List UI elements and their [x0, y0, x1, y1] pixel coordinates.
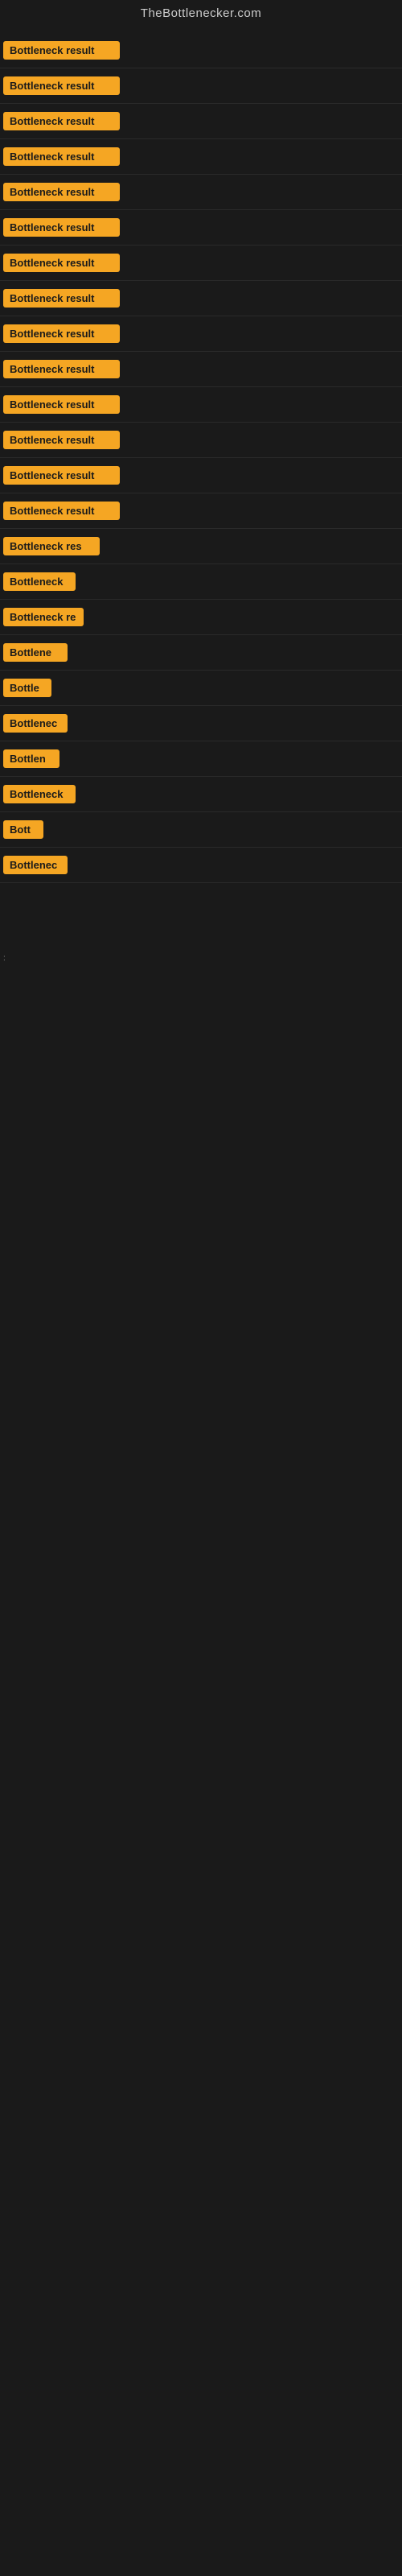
bottleneck-badge-5[interactable]: Bottleneck result — [3, 183, 120, 201]
bottleneck-badge-23[interactable]: Bott — [3, 820, 43, 839]
bottleneck-badge-18[interactable]: Bottlene — [3, 643, 68, 662]
bottleneck-row-23: Bott — [0, 812, 402, 848]
small-indicator: : — [0, 951, 402, 966]
bottleneck-badge-15[interactable]: Bottleneck res — [3, 537, 100, 555]
bottleneck-row-21: Bottlen — [0, 741, 402, 777]
bottleneck-row-3: Bottleneck result — [0, 104, 402, 139]
bottleneck-badge-6[interactable]: Bottleneck result — [3, 218, 120, 237]
bottleneck-row-18: Bottlene — [0, 635, 402, 671]
items-container: Bottleneck result Bottleneck result Bottle… — [0, 30, 402, 886]
bottleneck-row-24: Bottlenec — [0, 848, 402, 883]
bottleneck-row-8: Bottleneck result — [0, 281, 402, 316]
bottleneck-row-15: Bottleneck res — [0, 529, 402, 564]
bottleneck-row-10: Bottleneck result — [0, 352, 402, 387]
bottleneck-row-17: Bottleneck re — [0, 600, 402, 635]
bottleneck-badge-20[interactable]: Bottlenec — [3, 714, 68, 733]
bottleneck-badge-21[interactable]: Bottlen — [3, 749, 59, 768]
bottleneck-row-22: Bottleneck — [0, 777, 402, 812]
bottleneck-badge-24[interactable]: Bottlenec — [3, 856, 68, 874]
bottleneck-badge-19[interactable]: Bottle — [3, 679, 51, 697]
bottleneck-row-20: Bottlenec — [0, 706, 402, 741]
bottleneck-badge-9[interactable]: Bottleneck result — [3, 324, 120, 343]
bottleneck-badge-13[interactable]: Bottleneck result — [3, 466, 120, 485]
bottleneck-badge-1[interactable]: Bottleneck result — [3, 41, 120, 60]
bottleneck-badge-3[interactable]: Bottleneck result — [3, 112, 120, 130]
bottleneck-row-13: Bottleneck result — [0, 458, 402, 493]
bottleneck-row-12: Bottleneck result — [0, 423, 402, 458]
bottleneck-row-1: Bottleneck result — [0, 33, 402, 68]
bottleneck-row-4: Bottleneck result — [0, 139, 402, 175]
bottleneck-row-9: Bottleneck result — [0, 316, 402, 352]
bottleneck-row-2: Bottleneck result — [0, 68, 402, 104]
bottleneck-row-19: Bottle — [0, 671, 402, 706]
empty-section-3 — [0, 1288, 402, 1449]
bottleneck-badge-11[interactable]: Bottleneck result — [3, 395, 120, 414]
empty-section-5 — [0, 1610, 402, 1771]
empty-section-4 — [0, 1449, 402, 1610]
indicator-text: : — [3, 954, 6, 963]
bottleneck-row-14: Bottleneck result — [0, 493, 402, 529]
bottleneck-row-7: Bottleneck result — [0, 246, 402, 281]
bottleneck-badge-8[interactable]: Bottleneck result — [3, 289, 120, 308]
bottleneck-badge-16[interactable]: Bottleneck — [3, 572, 76, 591]
bottleneck-row-16: Bottleneck — [0, 564, 402, 600]
bottleneck-badge-17[interactable]: Bottleneck re — [3, 608, 84, 626]
bottleneck-row-6: Bottleneck result — [0, 210, 402, 246]
bottleneck-badge-14[interactable]: Bottleneck result — [3, 502, 120, 520]
bottleneck-badge-10[interactable]: Bottleneck result — [3, 360, 120, 378]
empty-section-1 — [0, 966, 402, 1127]
bottleneck-row-5: Bottleneck result — [0, 175, 402, 210]
bottleneck-badge-12[interactable]: Bottleneck result — [3, 431, 120, 449]
bottleneck-badge-22[interactable]: Bottleneck — [3, 785, 76, 803]
spacer-1 — [0, 886, 402, 951]
site-header: TheBottlenecker.com — [0, 0, 402, 30]
site-title: TheBottlenecker.com — [141, 6, 261, 20]
bottleneck-row-11: Bottleneck result — [0, 387, 402, 423]
bottleneck-badge-2[interactable]: Bottleneck result — [3, 76, 120, 95]
bottleneck-badge-4[interactable]: Bottleneck result — [3, 147, 120, 166]
empty-section-2 — [0, 1127, 402, 1288]
bottleneck-badge-7[interactable]: Bottleneck result — [3, 254, 120, 272]
